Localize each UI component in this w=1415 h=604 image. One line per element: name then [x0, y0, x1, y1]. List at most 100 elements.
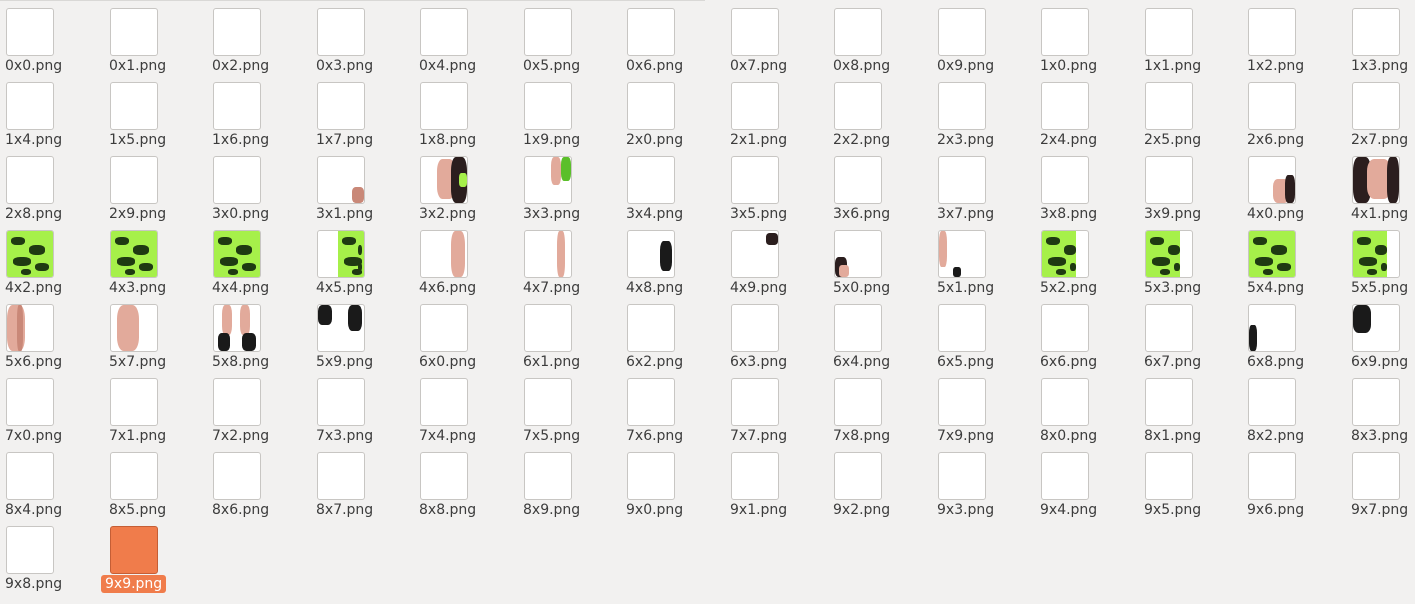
image-thumbnail[interactable]	[1145, 452, 1193, 500]
image-thumbnail[interactable]	[938, 304, 986, 352]
image-thumbnail[interactable]	[213, 230, 261, 278]
file-item[interactable]: 4x4.png	[207, 222, 307, 296]
image-thumbnail[interactable]	[420, 304, 468, 352]
image-thumbnail[interactable]	[110, 82, 158, 130]
file-item[interactable]: 8x0.png	[1035, 370, 1135, 444]
image-thumbnail[interactable]	[1145, 304, 1193, 352]
image-thumbnail[interactable]	[317, 230, 365, 278]
file-item[interactable]: 5x9.png	[311, 296, 411, 370]
image-thumbnail[interactable]	[420, 378, 468, 426]
image-thumbnail[interactable]	[317, 378, 365, 426]
file-item[interactable]: 7x7.png	[725, 370, 825, 444]
file-item[interactable]: 3x3.png	[518, 148, 618, 222]
file-item[interactable]: 9x2.png	[828, 444, 928, 518]
image-thumbnail[interactable]	[627, 82, 675, 130]
file-item[interactable]: 3x2.png	[414, 148, 514, 222]
file-item[interactable]: 2x7.png	[1346, 74, 1415, 148]
image-thumbnail[interactable]	[213, 156, 261, 204]
image-thumbnail[interactable]	[938, 230, 986, 278]
file-item[interactable]: 3x0.png	[207, 148, 307, 222]
file-item[interactable]: 4x9.png	[725, 222, 825, 296]
file-item[interactable]: 9x9.png	[101, 518, 204, 593]
image-thumbnail[interactable]	[317, 8, 365, 56]
image-thumbnail[interactable]	[110, 304, 158, 352]
image-thumbnail[interactable]	[938, 452, 986, 500]
image-thumbnail[interactable]	[524, 304, 572, 352]
file-item[interactable]: 3x8.png	[1035, 148, 1135, 222]
image-thumbnail[interactable]	[1352, 8, 1400, 56]
file-item[interactable]: 0x7.png	[725, 0, 825, 74]
file-item[interactable]: 0x3.png	[311, 0, 411, 74]
file-item[interactable]: 6x8.png	[1242, 296, 1342, 370]
image-thumbnail[interactable]	[524, 230, 572, 278]
image-thumbnail[interactable]	[731, 452, 779, 500]
file-item[interactable]: 4x8.png	[621, 222, 721, 296]
image-thumbnail[interactable]	[938, 82, 986, 130]
image-thumbnail[interactable]	[6, 378, 54, 426]
image-thumbnail[interactable]	[110, 526, 158, 574]
image-thumbnail[interactable]	[110, 156, 158, 204]
file-item[interactable]: 5x1.png	[932, 222, 1032, 296]
file-item[interactable]: 1x8.png	[414, 74, 514, 148]
file-item[interactable]: 0x1.png	[104, 0, 204, 74]
image-thumbnail[interactable]	[213, 304, 261, 352]
image-thumbnail[interactable]	[524, 82, 572, 130]
file-item[interactable]: 3x4.png	[621, 148, 721, 222]
image-thumbnail[interactable]	[213, 82, 261, 130]
image-thumbnail[interactable]	[524, 452, 572, 500]
file-item[interactable]: 7x6.png	[621, 370, 721, 444]
file-item[interactable]: 0x2.png	[207, 0, 307, 74]
file-item[interactable]: 8x9.png	[518, 444, 618, 518]
file-item[interactable]: 3x6.png	[828, 148, 928, 222]
file-item[interactable]: 9x7.png	[1346, 444, 1415, 518]
file-item[interactable]: 4x3.png	[104, 222, 204, 296]
file-item[interactable]: 9x5.png	[1139, 444, 1239, 518]
image-thumbnail[interactable]	[1145, 82, 1193, 130]
file-item[interactable]: 2x5.png	[1139, 74, 1239, 148]
file-item[interactable]: 6x0.png	[414, 296, 514, 370]
image-thumbnail[interactable]	[731, 304, 779, 352]
file-item[interactable]: 3x5.png	[725, 148, 825, 222]
image-thumbnail[interactable]	[110, 452, 158, 500]
file-item[interactable]: 4x6.png	[414, 222, 514, 296]
image-thumbnail[interactable]	[1041, 230, 1089, 278]
image-thumbnail[interactable]	[731, 82, 779, 130]
image-thumbnail[interactable]	[1248, 82, 1296, 130]
image-thumbnail[interactable]	[627, 230, 675, 278]
file-item[interactable]: 9x1.png	[725, 444, 825, 518]
image-thumbnail[interactable]	[213, 452, 261, 500]
file-item[interactable]: 0x8.png	[828, 0, 928, 74]
file-item[interactable]: 4x1.png	[1346, 148, 1415, 222]
file-item[interactable]: 8x4.png	[0, 444, 100, 518]
image-thumbnail[interactable]	[731, 156, 779, 204]
file-item[interactable]: 4x7.png	[518, 222, 618, 296]
file-item[interactable]: 3x7.png	[932, 148, 1032, 222]
file-item[interactable]: 7x3.png	[311, 370, 411, 444]
image-thumbnail[interactable]	[110, 230, 158, 278]
image-thumbnail[interactable]	[317, 304, 365, 352]
file-item[interactable]: 7x2.png	[207, 370, 307, 444]
file-item[interactable]: 1x1.png	[1139, 0, 1239, 74]
image-thumbnail[interactable]	[6, 230, 54, 278]
image-thumbnail[interactable]	[6, 452, 54, 500]
file-item[interactable]: 1x9.png	[518, 74, 618, 148]
file-item[interactable]: 1x6.png	[207, 74, 307, 148]
image-thumbnail[interactable]	[317, 156, 365, 204]
file-item[interactable]: 6x9.png	[1346, 296, 1415, 370]
file-item[interactable]: 9x0.png	[621, 444, 721, 518]
image-thumbnail[interactable]	[6, 156, 54, 204]
image-thumbnail[interactable]	[1145, 156, 1193, 204]
file-item[interactable]: 1x5.png	[104, 74, 204, 148]
image-thumbnail[interactable]	[317, 452, 365, 500]
image-thumbnail[interactable]	[420, 82, 468, 130]
image-thumbnail[interactable]	[834, 230, 882, 278]
image-thumbnail[interactable]	[834, 304, 882, 352]
file-item[interactable]: 6x7.png	[1139, 296, 1239, 370]
file-item[interactable]: 8x2.png	[1242, 370, 1342, 444]
image-thumbnail[interactable]	[1145, 230, 1193, 278]
image-thumbnail[interactable]	[1041, 156, 1089, 204]
file-item[interactable]: 6x3.png	[725, 296, 825, 370]
file-item[interactable]: 5x2.png	[1035, 222, 1135, 296]
file-item[interactable]: 0x5.png	[518, 0, 618, 74]
file-item[interactable]: 6x2.png	[621, 296, 721, 370]
